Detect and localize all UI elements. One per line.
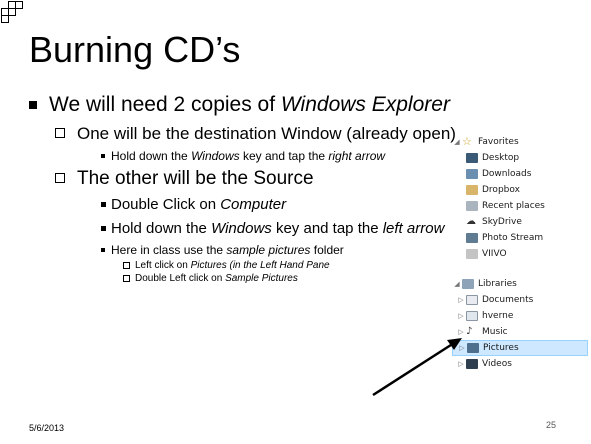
arrowhead-icon — [447, 338, 462, 350]
slide-date: 5/6/2013 — [29, 423, 65, 433]
pointer-arrow — [372, 338, 462, 397]
slide-page-number: 25 — [546, 420, 557, 430]
